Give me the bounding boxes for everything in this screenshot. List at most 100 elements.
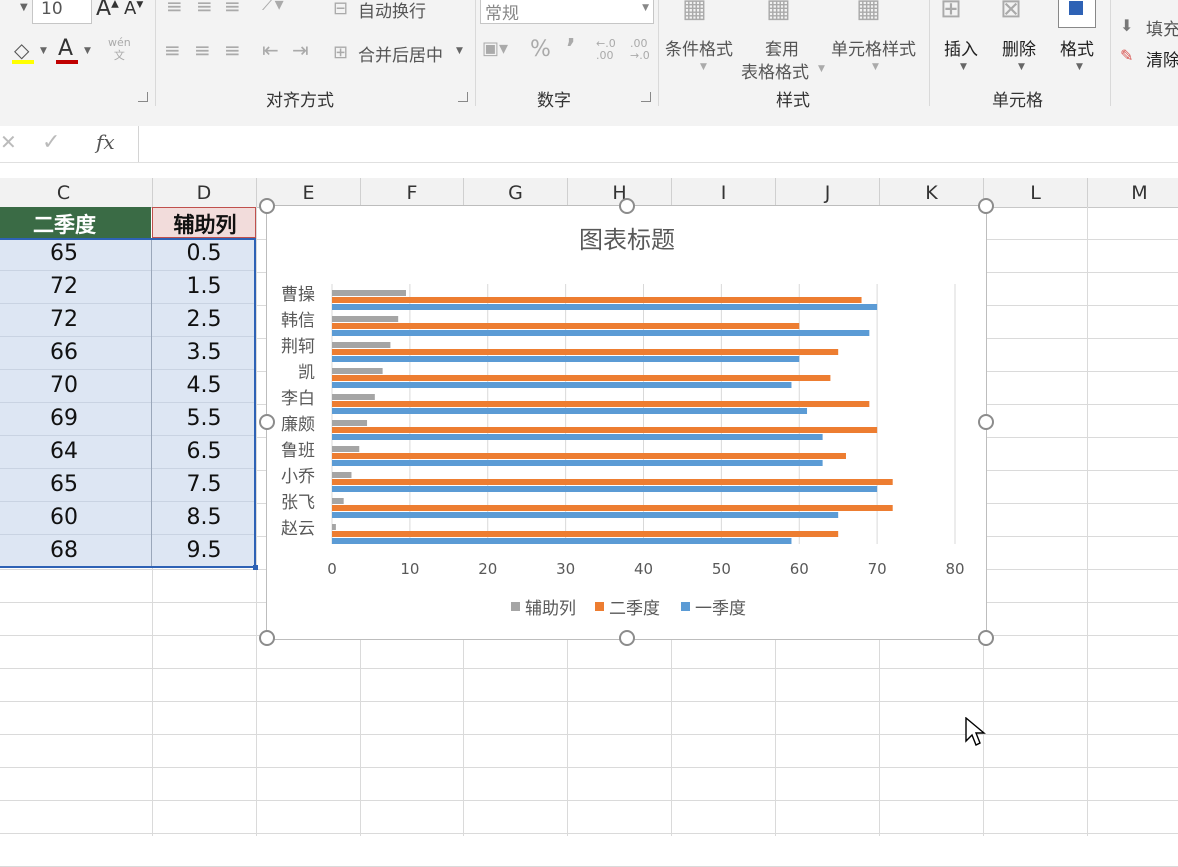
x-tick-label: 60 [790, 560, 809, 578]
increase-decimal-button[interactable]: ←.0 .00 [596, 38, 616, 62]
resize-handle-bottom-left[interactable] [259, 630, 275, 646]
align-left-icon[interactable]: ≡ [164, 38, 181, 62]
column-header-c[interactable]: C [0, 178, 153, 207]
format-as-table-button[interactable]: 套用 [765, 35, 799, 60]
column-header-k[interactable]: K [880, 178, 984, 207]
cancel-icon[interactable]: ✕ [0, 130, 17, 154]
dropdown-arrow-icon[interactable]: ▼ [20, 2, 28, 13]
font-size-box[interactable]: 10 [32, 0, 92, 24]
bar-q2 [332, 505, 893, 511]
increase-font-icon[interactable]: A▲ [96, 0, 119, 21]
separator [929, 0, 930, 106]
bar-q2 [332, 531, 839, 537]
fx-icon[interactable]: fx [96, 130, 115, 154]
dropdown-arrow-icon[interactable]: ▼ [960, 62, 967, 72]
column-header-i[interactable]: I [672, 178, 776, 207]
accounting-format-icon[interactable]: ▣▾ [482, 38, 508, 59]
dropdown-arrow-icon[interactable]: ▼ [456, 46, 463, 56]
row-gridline [0, 734, 1178, 735]
decrease-decimal-button[interactable]: .00 →.0 [630, 38, 650, 62]
bar-helper [332, 342, 391, 348]
bar-helper [332, 316, 399, 322]
dropdown-arrow-icon[interactable]: ▼ [1076, 62, 1083, 72]
resize-handle-right[interactable] [978, 414, 994, 430]
format-button[interactable]: 格式 [1060, 35, 1094, 60]
group-label-number: 数字 [537, 91, 571, 111]
font-size-value: 10 [41, 0, 63, 19]
fill-button[interactable]: 填充 [1146, 15, 1178, 40]
y-category-label: 鲁班 [281, 441, 315, 461]
dropdown-arrow-icon[interactable]: ▼ [818, 64, 825, 74]
x-tick-label: 50 [712, 560, 731, 578]
resize-handle-left[interactable] [259, 414, 275, 430]
y-category-label: 凯 [298, 363, 315, 383]
cell-styles-button[interactable]: 单元格样式 [831, 35, 916, 60]
align-center-icon[interactable]: ≡ [194, 38, 211, 62]
formula-input[interactable] [138, 126, 1178, 162]
x-tick-label: 10 [400, 560, 419, 578]
bar-q1 [332, 486, 878, 492]
number-format-value: 常规 [485, 4, 519, 24]
phonetic-icon[interactable]: wén 文 [108, 36, 131, 62]
resize-handle-bottom-right[interactable] [978, 630, 994, 646]
resize-handle-top-right[interactable] [978, 198, 994, 214]
wrap-text-icon: ⊟ [333, 0, 349, 19]
wrap-text-button[interactable]: 自动换行 [358, 0, 426, 22]
decrease-indent-icon[interactable]: ⇤ [262, 38, 279, 62]
header-cell-q2[interactable]: 二季度 [0, 207, 151, 238]
dropdown-arrow-icon[interactable]: ▼ [40, 46, 47, 56]
column-header-m[interactable]: M [1088, 178, 1178, 207]
bar-q2 [332, 479, 893, 485]
align-middle-icon[interactable]: ≡ [196, 0, 213, 18]
dropdown-arrow-icon[interactable]: ▼ [1018, 62, 1025, 72]
conditional-format-button[interactable]: 条件格式 [665, 35, 733, 60]
bar-chart[interactable]: 图表标题 0 10 20 30 40 50 60 70 80 曹操 韩信 荆轲凯李白 廉颇 鲁班 小乔 张飞 赵云… [266, 205, 987, 640]
fill-handle[interactable] [253, 565, 258, 570]
resize-handle-top-left[interactable] [259, 198, 275, 214]
orientation-icon[interactable]: ⟋▾ [262, 0, 284, 15]
font-launcher-icon[interactable] [138, 92, 148, 102]
delete-button[interactable]: 删除 [1002, 35, 1036, 60]
resize-handle-top-center[interactable] [619, 198, 635, 214]
comma-button[interactable]: ’ [566, 34, 576, 64]
number-format-select[interactable]: 常规 ▼ [480, 0, 654, 24]
dropdown-arrow-icon[interactable]: ▼ [84, 46, 91, 56]
legend-marker [595, 602, 604, 611]
bar-q1 [332, 512, 839, 518]
column-gridline [1087, 207, 1088, 836]
fill-color-icon[interactable]: ◇ [14, 38, 29, 62]
bar-helper [332, 524, 336, 530]
column-header-l[interactable]: L [984, 178, 1088, 207]
x-tick-label: 30 [556, 560, 575, 578]
x-tick-label: 80 [945, 560, 964, 578]
bar-q1 [332, 382, 792, 388]
merge-center-button[interactable]: 合并后居中 [358, 41, 443, 66]
column-header-f[interactable]: F [361, 178, 464, 207]
bar-q2 [332, 401, 870, 407]
percent-button[interactable]: % [530, 37, 551, 62]
dropdown-arrow-icon[interactable]: ▼ [700, 62, 707, 72]
align-bottom-icon[interactable]: ≡ [224, 0, 241, 18]
align-top-icon[interactable]: ≡ [166, 0, 183, 18]
clear-button[interactable]: 清除 [1146, 46, 1178, 71]
increase-indent-icon[interactable]: ⇥ [292, 38, 309, 62]
dropdown-arrow-icon[interactable]: ▼ [872, 62, 879, 72]
alignment-launcher-icon[interactable] [458, 92, 468, 102]
resize-handle-bottom-center[interactable] [619, 630, 635, 646]
legend-marker [681, 602, 690, 611]
align-right-icon[interactable]: ≡ [224, 38, 241, 62]
header-cell-helper[interactable]: 辅助列 [152, 207, 256, 238]
font-color-icon[interactable]: A [58, 36, 73, 61]
insert-button[interactable]: 插入 [944, 35, 978, 60]
format-as-table-button-line2[interactable]: 表格格式 [741, 58, 809, 83]
column-header-j[interactable]: J [776, 178, 880, 207]
y-category-label: 廉颇 [281, 415, 315, 435]
decrease-font-icon[interactable]: A▼ [124, 0, 143, 19]
number-launcher-icon[interactable] [641, 92, 651, 102]
row-gridline [0, 800, 1178, 801]
ribbon: 10 ▼ A▲ A▼ ◇ ▼ A ▼ wén 文 ≡ ≡ ≡ ⟋▾ ⊟ 自动换行… [0, 0, 1178, 111]
column-header-d[interactable]: D [152, 178, 257, 207]
header-label-helper: 辅助列 [173, 213, 237, 237]
check-icon[interactable]: ✓ [42, 130, 60, 155]
column-header-g[interactable]: G [464, 178, 568, 207]
